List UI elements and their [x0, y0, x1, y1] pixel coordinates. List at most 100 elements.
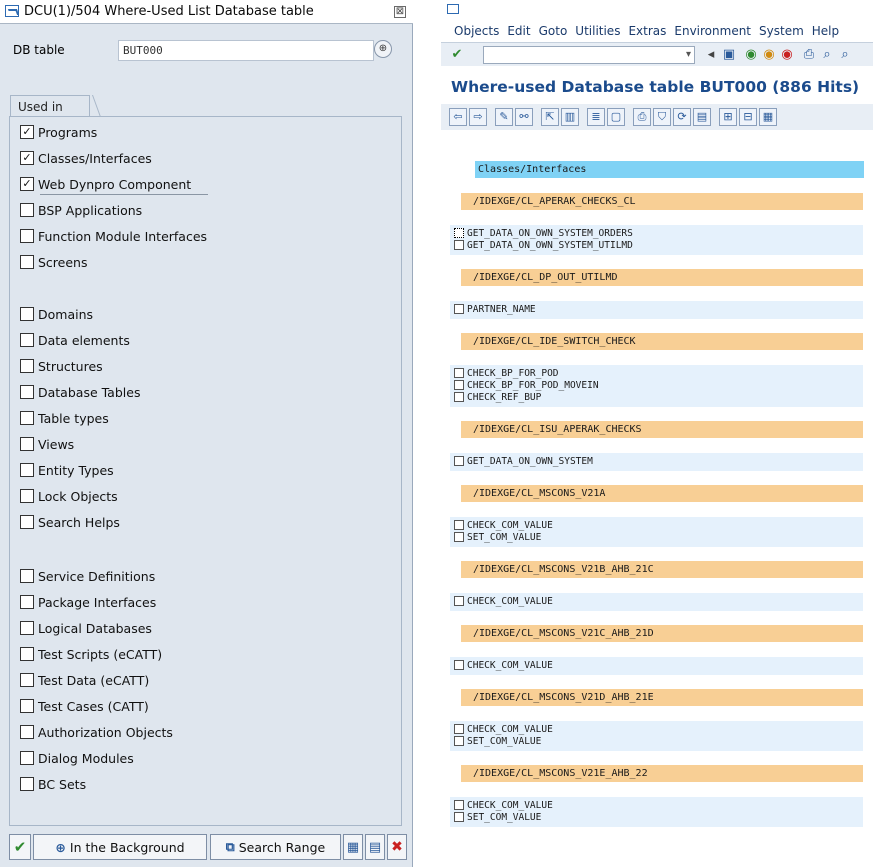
option-service-definitions[interactable]: Service Definitions	[20, 567, 155, 585]
expand-icon[interactable]: ▢	[607, 108, 625, 126]
option-programs[interactable]: ✓ Programs	[20, 123, 97, 141]
method-row[interactable]: SET_COM_VALUE	[454, 811, 541, 823]
menu-objects[interactable]: Objects	[454, 24, 499, 40]
class-row[interactable]: /IDEXGE/CL_MSCONS_V21C_AHB_21D	[461, 625, 863, 642]
method-row[interactable]: PARTNER_NAME	[454, 303, 536, 315]
option-checkbox[interactable]	[20, 595, 34, 609]
execute-button[interactable]: ✔	[9, 834, 31, 860]
menu-help[interactable]: Help	[812, 24, 839, 40]
option-database-tables[interactable]: Database Tables	[20, 383, 140, 401]
option-checkbox[interactable]	[20, 621, 34, 635]
option-checkbox[interactable]	[20, 647, 34, 661]
in-background-button[interactable]: ⊕ In the Background	[33, 834, 207, 860]
db-table-input[interactable]: BUT000	[118, 40, 374, 61]
class-row[interactable]: /IDEXGE/CL_ISU_APERAK_CHECKS	[461, 421, 863, 438]
option-checkbox[interactable]	[20, 777, 34, 791]
option-checkbox[interactable]	[20, 307, 34, 321]
value-help-icon[interactable]: ⊕	[374, 40, 392, 58]
option-checkbox[interactable]	[20, 385, 34, 399]
method-row[interactable]: CHECK_COM_VALUE	[454, 799, 553, 811]
option-web-dynpro-component[interactable]: ✓ Web Dynpro Component	[20, 175, 191, 193]
display-change-icon[interactable]: ⚯	[515, 108, 533, 126]
option-checkbox[interactable]	[20, 359, 34, 373]
method-checkbox[interactable]	[454, 456, 464, 466]
previous-icon[interactable]: ⇦	[449, 108, 467, 126]
method-row[interactable]: CHECK_COM_VALUE	[454, 659, 553, 671]
option-views[interactable]: Views	[20, 435, 74, 453]
method-row[interactable]: CHECK_COM_VALUE	[454, 519, 553, 531]
option-checkbox[interactable]	[20, 463, 34, 477]
option-checkbox[interactable]	[20, 725, 34, 739]
method-row[interactable]: CHECK_BP_FOR_POD	[454, 367, 559, 379]
option-authorization-objects[interactable]: Authorization Objects	[20, 723, 173, 741]
menu-extras[interactable]: Extras	[628, 24, 666, 40]
option-domains[interactable]: Domains	[20, 305, 93, 323]
back-arrow-icon[interactable]: ◂	[703, 47, 719, 63]
method-checkbox[interactable]	[454, 812, 464, 822]
option-logical-databases[interactable]: Logical Databases	[20, 619, 152, 637]
method-checkbox[interactable]	[454, 724, 464, 734]
option-search-helps[interactable]: Search Helps	[20, 513, 120, 531]
option-checkbox[interactable]	[20, 489, 34, 503]
cancel-icon[interactable]: ◉	[779, 47, 795, 63]
class-row[interactable]: /IDEXGE/CL_IDE_SWITCH_CHECK	[461, 333, 863, 350]
option-classes-interfaces[interactable]: ✓ Classes/Interfaces	[20, 149, 152, 167]
command-field[interactable]: ▾	[483, 46, 695, 64]
option-checkbox[interactable]	[20, 751, 34, 765]
option-checkbox[interactable]	[20, 673, 34, 687]
dropdown-icon[interactable]: ▾	[686, 49, 691, 60]
class-row[interactable]: /IDEXGE/CL_MSCONS_V21E_AHB_22	[461, 765, 863, 782]
option-package-interfaces[interactable]: Package Interfaces	[20, 593, 156, 611]
menu-utilities[interactable]: Utilities	[575, 24, 620, 40]
class-row[interactable]: /IDEXGE/CL_MSCONS_V21B_AHB_21C	[461, 561, 863, 578]
option-checkbox[interactable]	[20, 699, 34, 713]
search-range-button[interactable]: ⧉ Search Range	[210, 834, 341, 860]
method-checkbox[interactable]	[454, 800, 464, 810]
method-row[interactable]: GET_DATA_ON_OWN_SYSTEM_UTILMD	[454, 239, 633, 251]
option-checkbox[interactable]	[20, 203, 34, 217]
find-next-icon[interactable]: ⌕	[837, 47, 853, 63]
option-checkbox[interactable]: ✓	[20, 151, 34, 165]
method-checkbox[interactable]	[454, 240, 464, 250]
list-icon[interactable]: ≣	[587, 108, 605, 126]
method-row[interactable]: CHECK_COM_VALUE	[454, 595, 553, 607]
option-checkbox[interactable]	[20, 515, 34, 529]
method-checkbox[interactable]	[454, 380, 464, 390]
back-icon[interactable]: ◉	[743, 47, 759, 63]
class-row[interactable]: /IDEXGE/CL_MSCONS_V21A	[461, 485, 863, 502]
enter-icon[interactable]: ✔	[449, 47, 465, 63]
exit-icon[interactable]: ◉	[761, 47, 777, 63]
delete-icon[interactable]: ▥	[561, 108, 579, 126]
settings-icon[interactable]: ▦	[759, 108, 777, 126]
option-checkbox[interactable]	[20, 229, 34, 243]
method-row[interactable]: CHECK_REF_BUP	[454, 391, 541, 403]
option-checkbox[interactable]	[20, 437, 34, 451]
class-row[interactable]: /IDEXGE/CL_DP_OUT_UTILMD	[461, 269, 863, 286]
method-row[interactable]: CHECK_BP_FOR_POD_MOVEIN	[454, 379, 599, 391]
menu-environment[interactable]: Environment	[674, 24, 751, 40]
close-icon[interactable]: ⊠	[394, 6, 406, 18]
option-test-scripts-ecatt[interactable]: Test Scripts (eCATT)	[20, 645, 162, 663]
print-list-icon[interactable]: ⎙	[633, 108, 651, 126]
select-icon[interactable]: ▤	[693, 108, 711, 126]
save-icon[interactable]: ▣	[721, 47, 737, 63]
option-screens[interactable]: Screens	[20, 253, 88, 271]
cancel-button[interactable]: ✖	[387, 834, 407, 860]
option-checkbox[interactable]	[20, 333, 34, 347]
option-checkbox[interactable]	[20, 255, 34, 269]
option-dialog-modules[interactable]: Dialog Modules	[20, 749, 134, 767]
mark-icon[interactable]: ⊟	[739, 108, 757, 126]
next-icon[interactable]: ⇨	[469, 108, 487, 126]
option-bsp-applications[interactable]: BSP Applications	[20, 201, 142, 219]
method-checkbox[interactable]	[454, 392, 464, 402]
class-row[interactable]: /IDEXGE/CL_MSCONS_V21D_AHB_21E	[461, 689, 863, 706]
option-checkbox[interactable]: ✓	[20, 177, 34, 191]
method-checkbox[interactable]	[454, 736, 464, 746]
menu-system[interactable]: System	[759, 24, 804, 40]
option-checkbox[interactable]: ✓	[20, 125, 34, 139]
option-lock-objects[interactable]: Lock Objects	[20, 487, 118, 505]
option-checkbox[interactable]	[20, 569, 34, 583]
class-row[interactable]: /IDEXGE/CL_APERAK_CHECKS_CL	[461, 193, 863, 210]
deselect-all-button[interactable]: ▤	[365, 834, 385, 860]
method-checkbox[interactable]	[454, 660, 464, 670]
